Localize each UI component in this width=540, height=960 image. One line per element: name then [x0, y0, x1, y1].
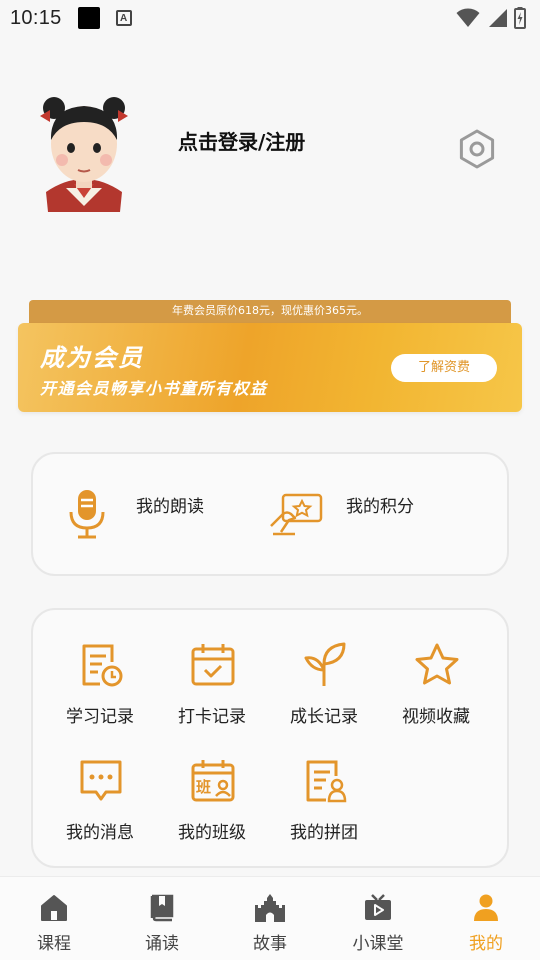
- castle-icon: [255, 894, 285, 922]
- my-class-item[interactable]: 班 我的班级: [162, 758, 262, 858]
- checkin-record-item[interactable]: 打卡记录: [162, 642, 262, 742]
- class-icon: 班: [191, 760, 235, 802]
- notification-square-icon: [77, 7, 100, 29]
- a-notification-icon: A: [115, 10, 132, 26]
- points-card-icon: [270, 493, 323, 536]
- message-icon: [80, 760, 122, 801]
- group-buy-icon: [306, 760, 347, 803]
- membership-price-note: 年费会员原价618元，现优惠价365元。: [29, 300, 511, 324]
- my-points-item[interactable]: 我的积分: [269, 488, 469, 544]
- class-glyph: 班: [196, 778, 211, 796]
- growth-record-item[interactable]: 成长记录: [274, 642, 374, 742]
- tab-recite-label: 诵读: [145, 934, 179, 954]
- microphone-icon: [69, 490, 105, 539]
- user-icon: [474, 894, 498, 921]
- video-favorites-label: 视频收藏: [402, 707, 470, 727]
- tv-icon: [365, 894, 391, 920]
- group-buy-item[interactable]: 我的拼团: [274, 758, 374, 858]
- my-points-label: 我的积分: [346, 497, 414, 517]
- my-messages-label: 我的消息: [66, 823, 134, 843]
- quick-actions-card: 我的朗读 我的积分: [31, 452, 509, 576]
- study-record-label: 学习记录: [66, 707, 134, 727]
- tab-mine-label: 我的: [469, 934, 503, 954]
- study-record-item[interactable]: 学习记录: [50, 642, 150, 742]
- video-favorites-item[interactable]: 视频收藏: [386, 642, 486, 742]
- settings-icon[interactable]: [456, 128, 498, 170]
- avatar[interactable]: [36, 94, 132, 212]
- membership-banner[interactable]: 成为会员 开通会员畅享小书童所有权益 了解资费: [18, 323, 522, 412]
- bottom-nav: 课程 诵读 故事 小课堂 我的: [0, 876, 540, 960]
- login-register-link[interactable]: 点击登录/注册: [178, 126, 305, 155]
- sprout-icon: [304, 642, 346, 686]
- wifi-icon: [456, 8, 480, 27]
- tab-stories-label: 故事: [253, 934, 287, 954]
- my-class-label: 我的班级: [178, 823, 246, 843]
- tab-stories[interactable]: 故事: [216, 877, 324, 960]
- tab-recite[interactable]: 诵读: [108, 877, 216, 960]
- growth-record-label: 成长记录: [290, 707, 358, 727]
- tab-mine[interactable]: 我的: [432, 877, 540, 960]
- tab-classroom-label: 小课堂: [352, 934, 404, 954]
- star-icon: [415, 643, 459, 685]
- tab-classroom[interactable]: 小课堂: [324, 877, 432, 960]
- view-pricing-button[interactable]: 了解资费: [391, 354, 497, 382]
- membership-subtitle: 开通会员畅享小书童所有权益: [40, 379, 268, 398]
- checkin-record-label: 打卡记录: [178, 707, 246, 727]
- tab-courses[interactable]: 课程: [0, 877, 108, 960]
- calendar-check-icon: [191, 644, 235, 686]
- group-buy-label: 我的拼团: [290, 823, 358, 843]
- study-record-icon: [82, 644, 123, 687]
- my-messages-item[interactable]: 我的消息: [50, 758, 150, 858]
- membership-title: 成为会员: [40, 344, 144, 372]
- my-reading-label: 我的朗读: [136, 497, 204, 517]
- signal-icon: [489, 9, 507, 27]
- battery-icon: [514, 7, 526, 29]
- tab-courses-label: 课程: [37, 934, 71, 954]
- home-icon: [41, 895, 67, 921]
- book-icon: [150, 894, 174, 922]
- status-bar: 10:15 A: [0, 0, 540, 36]
- features-card: 学习记录 打卡记录 成长记录 视频收藏 我的消息 班 我的班级 我的拼团: [31, 608, 509, 868]
- status-time: 10:15: [10, 6, 62, 29]
- my-reading-item[interactable]: 我的朗读: [67, 488, 257, 544]
